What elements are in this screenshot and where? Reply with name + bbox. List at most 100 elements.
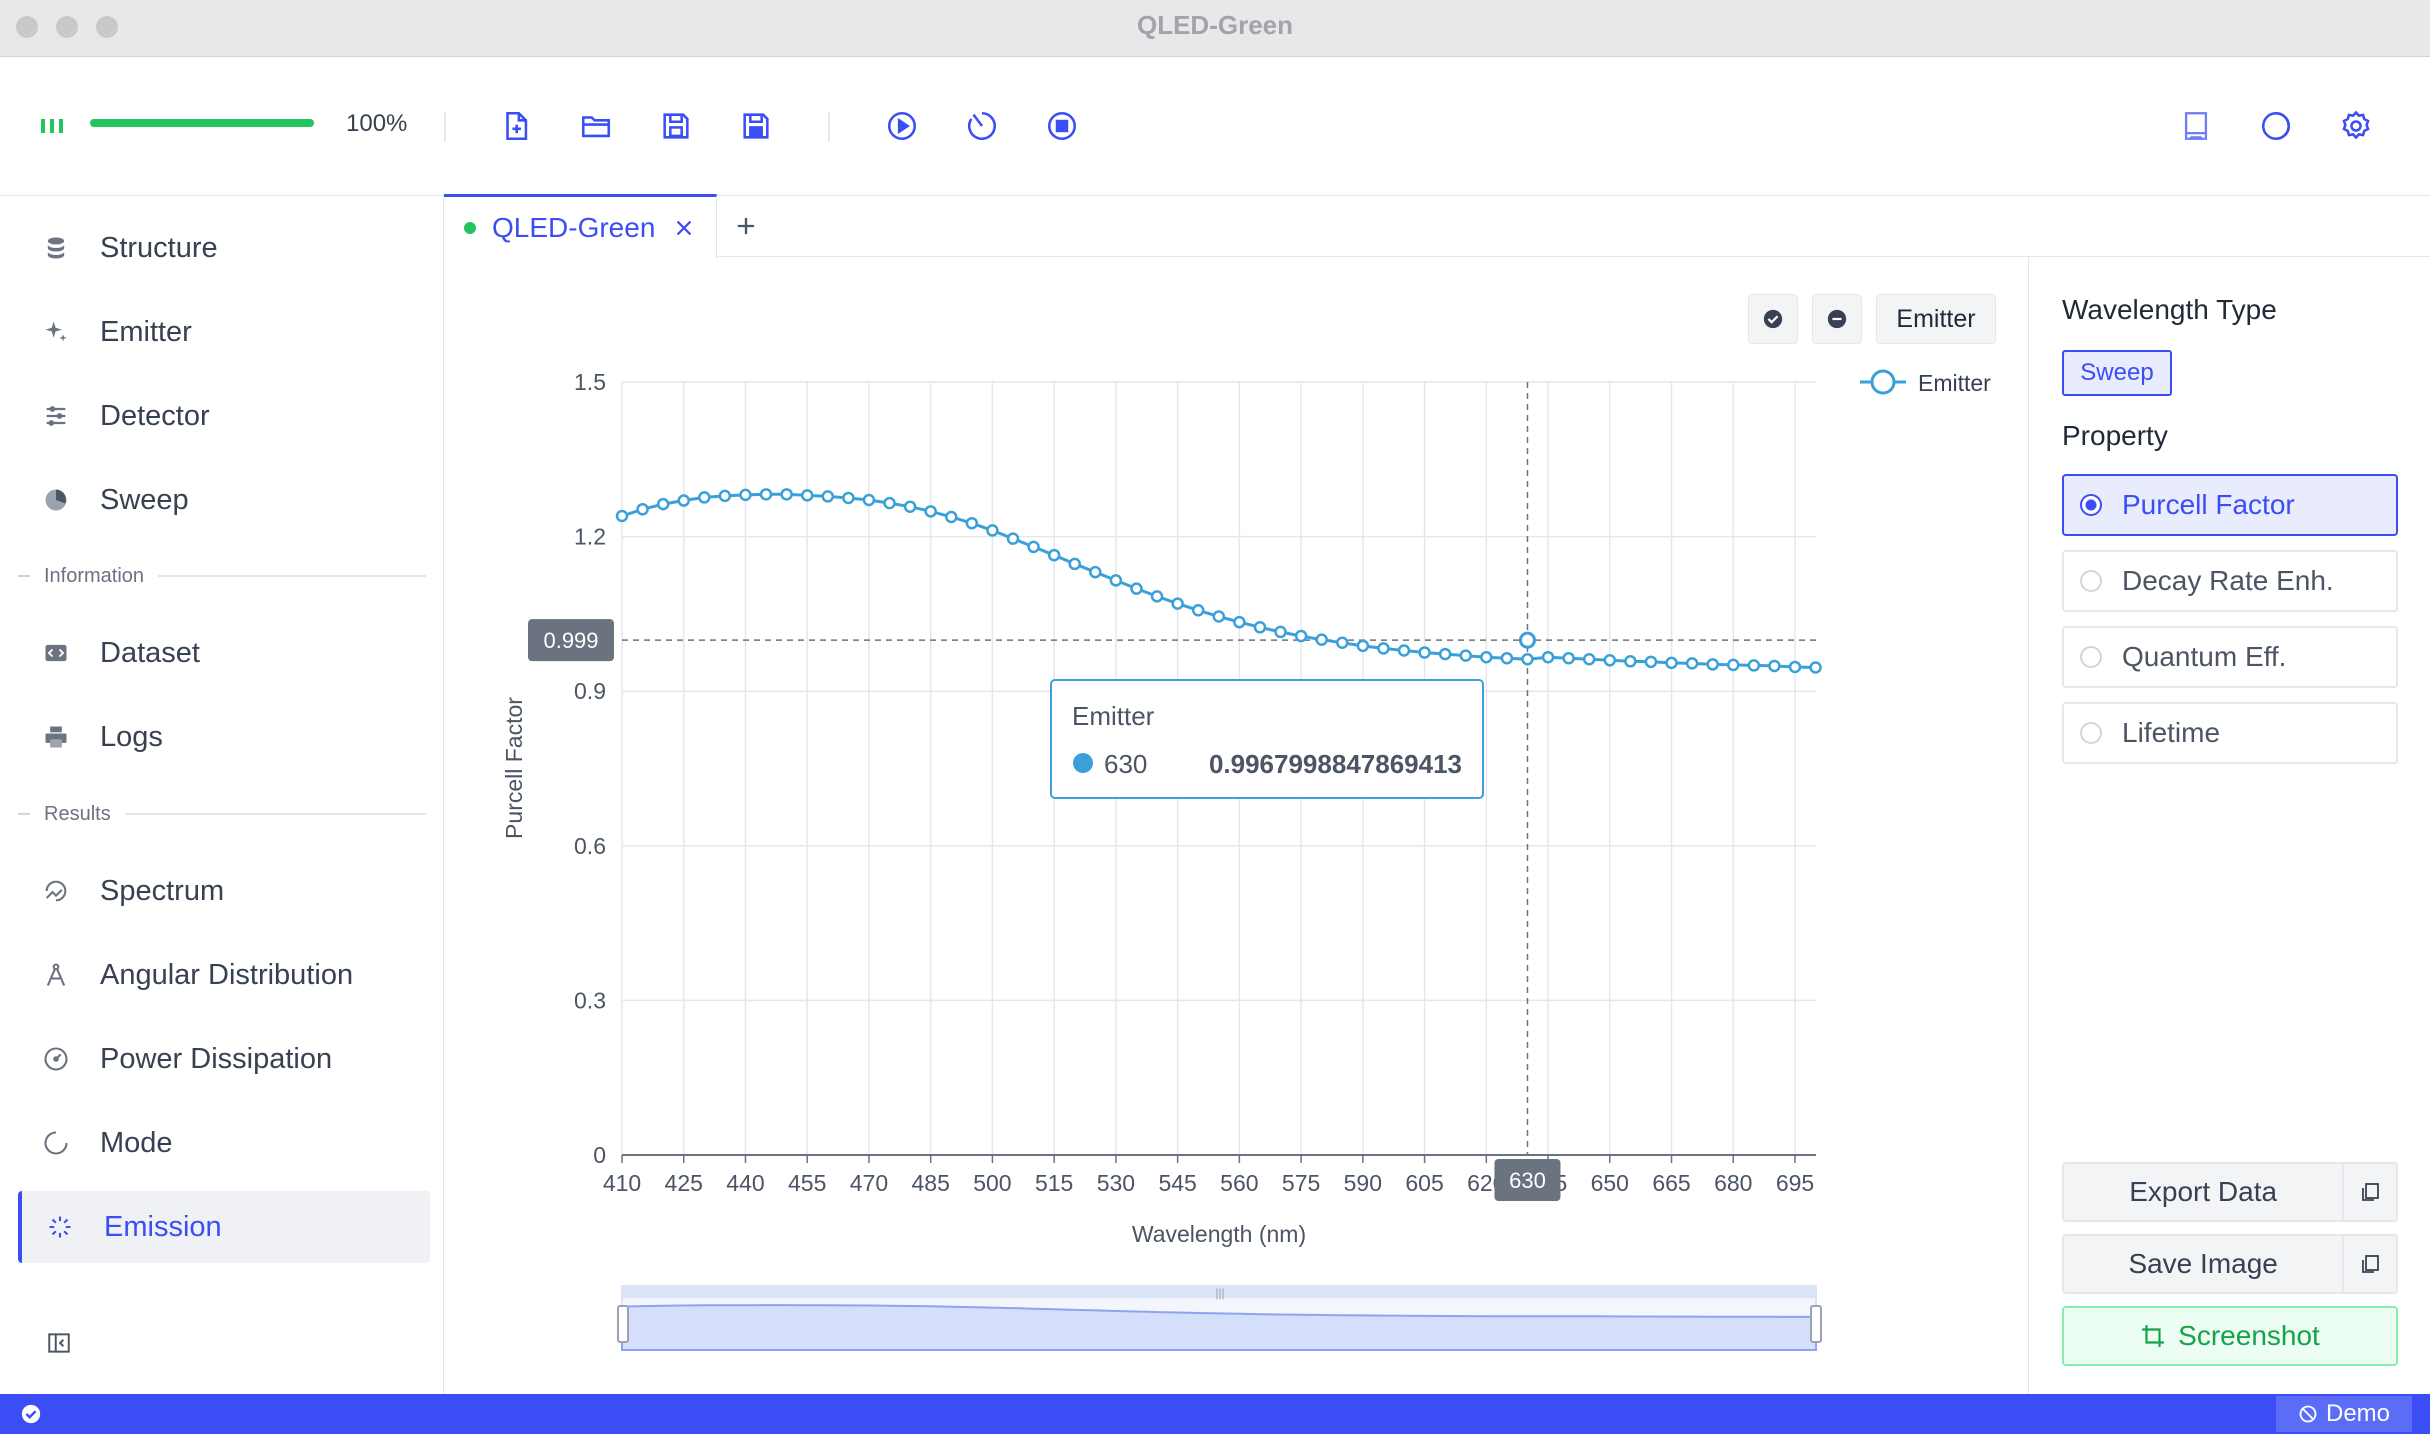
data-point[interactable] [1809,661,1822,674]
data-point[interactable] [1377,642,1390,655]
data-point[interactable] [821,490,835,503]
sidebar-item-spectrum[interactable]: Spectrum [18,855,426,927]
data-point[interactable] [1438,647,1452,661]
new-file-icon[interactable] [492,102,540,150]
book-icon[interactable] [2172,102,2220,150]
save-as-icon[interactable] [732,102,780,150]
save-icon[interactable] [652,102,700,150]
data-point[interactable] [1171,597,1184,610]
data-point[interactable] [1027,540,1040,554]
sidebar-item-mode[interactable]: Mode [18,1107,426,1179]
data-point[interactable] [945,510,958,524]
wavelength-type-sweep-button[interactable]: Sweep [2062,350,2172,396]
property-option-quantum-eff[interactable]: Quantum Eff. [2062,626,2398,688]
data-point[interactable] [718,489,732,503]
data-point[interactable] [1665,656,1678,670]
data-point[interactable] [1521,652,1534,666]
sidebar-item-detector[interactable]: Detector [18,380,426,452]
data-point[interactable] [1294,629,1308,643]
copy-icon[interactable] [2342,1236,2396,1292]
data-point[interactable] [1006,532,1020,545]
data-point[interactable] [1459,649,1472,662]
data-point[interactable] [903,500,917,513]
data-point[interactable] [780,488,793,501]
data-point[interactable] [1500,651,1514,665]
data-point[interactable] [1068,557,1081,571]
data-point[interactable] [1397,644,1411,657]
data-point[interactable] [1706,658,1719,671]
data-point[interactable] [615,509,629,523]
data-point[interactable] [1212,610,1226,623]
data-point[interactable] [1233,615,1246,629]
data-point[interactable] [924,505,937,518]
save-image-button[interactable]: Save Image [2062,1234,2398,1294]
data-point[interactable] [1191,604,1205,617]
data-point[interactable] [862,493,876,507]
demo-mode-badge[interactable]: Demo [2276,1396,2412,1432]
data-point[interactable] [698,491,711,504]
sidebar-item-power-dissipation[interactable]: Power Dissipation [18,1023,426,1095]
sidebar-item-structure[interactable]: Structure [18,212,426,284]
data-point[interactable] [1644,655,1658,669]
data-point[interactable] [1582,652,1596,666]
data-point[interactable] [1418,646,1431,659]
stop-icon[interactable] [1038,102,1086,150]
data-point[interactable] [1047,548,1061,562]
sidebar-item-angular-distribution[interactable]: Angular Distribution [18,939,426,1011]
data-point[interactable] [1356,639,1370,653]
collapse-sidebar-icon[interactable] [46,1330,72,1356]
close-tab-icon[interactable] [673,217,695,239]
data-point[interactable] [800,489,814,502]
data-point[interactable] [1089,565,1102,579]
data-point[interactable] [1315,633,1328,646]
data-point[interactable] [1253,621,1267,634]
add-tab-icon[interactable] [732,212,760,240]
data-point[interactable] [1480,650,1493,664]
export-data-button[interactable]: Export Data [2062,1162,2398,1222]
sidebar-item-sweep[interactable]: Sweep [18,464,426,536]
data-point[interactable] [1685,657,1699,670]
data-point[interactable] [986,524,999,537]
zoom-handle-left[interactable] [617,1305,629,1343]
data-point[interactable] [1336,636,1349,650]
data-point[interactable] [1109,574,1123,587]
data-point[interactable] [1541,650,1555,664]
property-option-lifetime[interactable]: Lifetime [2062,702,2398,764]
property-option-decay-rate[interactable]: Decay Rate Enh. [2062,550,2398,612]
data-point[interactable] [677,494,690,507]
data-point[interactable] [1130,582,1143,595]
purcell-factor-chart[interactable]: 0 0.3 0.6 0.9 1.2 1.5 410 425 440 455 470 485 500 51… [444,257,2028,1394]
data-point[interactable] [656,497,670,511]
data-point[interactable] [636,503,649,516]
open-folder-icon[interactable] [572,102,620,150]
screenshot-button[interactable]: Screenshot [2062,1306,2398,1366]
data-point[interactable] [1747,659,1761,672]
data-point[interactable] [842,491,855,505]
data-point[interactable] [1727,658,1740,672]
tab-qled-green[interactable]: QLED-Green [444,194,717,259]
sidebar-item-dataset[interactable]: Dataset [18,617,426,689]
data-point[interactable] [1768,659,1781,673]
data-point[interactable] [1274,625,1287,639]
data-point[interactable] [1562,651,1575,665]
data-point[interactable] [1788,660,1802,674]
run-icon[interactable] [878,102,926,150]
data-point[interactable] [1603,654,1617,667]
timer-icon[interactable] [958,102,1006,150]
data-point[interactable] [739,488,752,502]
theme-icon[interactable] [2252,102,2300,150]
zoom-handle-right[interactable] [1810,1305,1822,1343]
data-point[interactable] [759,488,773,501]
sidebar-item-emitter[interactable]: Emitter [18,296,426,368]
data-point[interactable] [1624,655,1637,668]
settings-icon[interactable] [2332,102,2380,150]
property-option-purcell-factor[interactable]: Purcell Factor [2062,474,2398,536]
data-zoom-slider[interactable]: ||| [617,1285,1822,1351]
data-point[interactable] [1150,590,1164,603]
legend[interactable]: Emitter [1860,369,1991,396]
sidebar-item-emission[interactable]: Emission [18,1191,430,1263]
copy-icon[interactable] [2342,1164,2396,1220]
sidebar-item-logs[interactable]: Logs [18,701,426,773]
data-point[interactable] [965,516,979,530]
data-point[interactable] [883,496,896,510]
